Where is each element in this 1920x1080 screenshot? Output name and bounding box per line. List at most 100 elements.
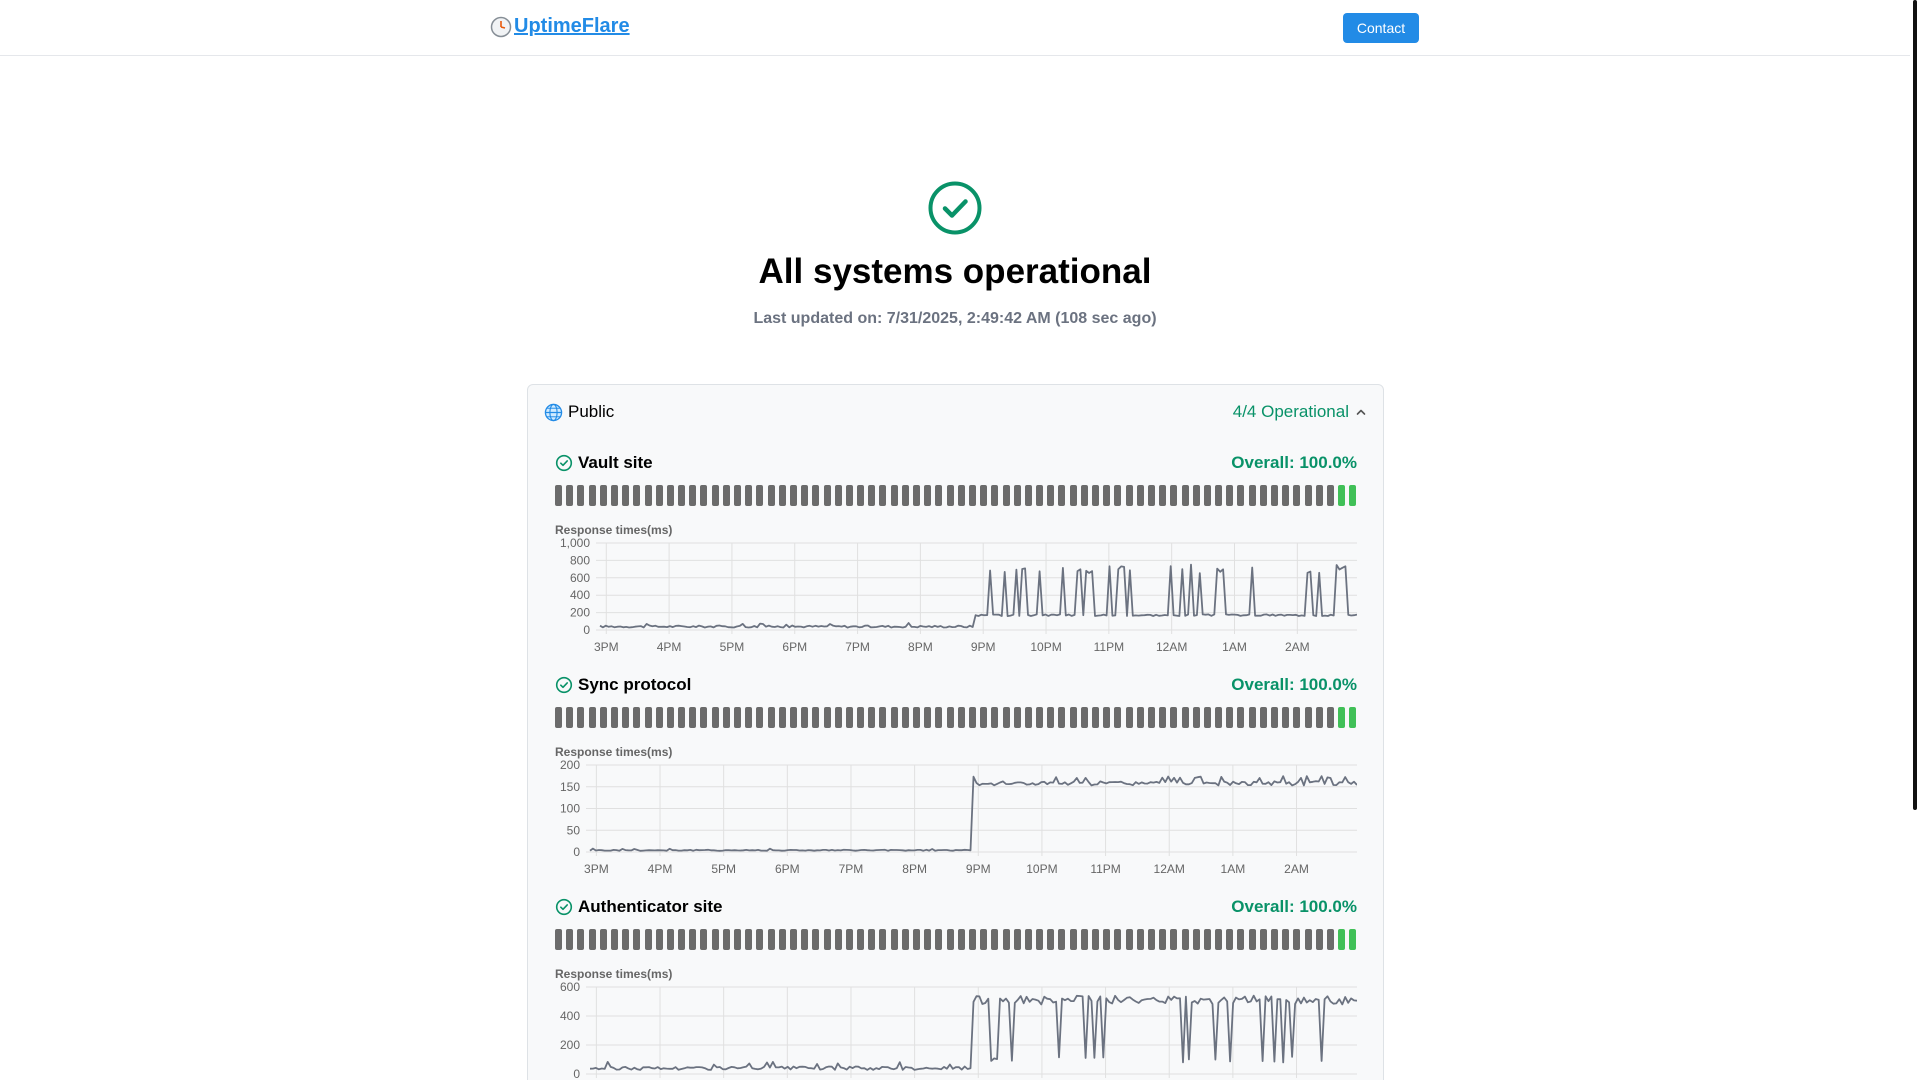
uptime-day-bar[interactable] [1259, 707, 1267, 728]
uptime-day-bar[interactable] [1349, 929, 1357, 950]
monitor-title[interactable]: Sync protocol [555, 675, 691, 695]
uptime-day-bar[interactable] [1002, 485, 1010, 506]
uptime-day-bar[interactable] [1282, 929, 1290, 950]
uptime-day-bar[interactable] [834, 485, 842, 506]
uptime-day-bar[interactable] [1282, 485, 1290, 506]
uptime-day-bar[interactable] [711, 485, 719, 506]
uptime-day-bar[interactable] [991, 485, 999, 506]
uptime-day-bar[interactable] [1237, 707, 1245, 728]
uptime-day-bar[interactable] [633, 485, 641, 506]
uptime-day-bar[interactable] [879, 707, 887, 728]
uptime-day-bar[interactable] [588, 485, 596, 506]
uptime-day-bar[interactable] [711, 929, 719, 950]
contact-button[interactable]: Contact [1343, 13, 1419, 43]
uptime-day-bar[interactable] [622, 485, 630, 506]
uptime-day-bar[interactable] [689, 485, 697, 506]
uptime-day-bar[interactable] [756, 707, 764, 728]
uptime-day-bar[interactable] [778, 485, 786, 506]
scrollbar-thumb[interactable] [1913, 0, 1917, 810]
uptime-day-bar[interactable] [1069, 929, 1077, 950]
uptime-day-bar[interactable] [588, 929, 596, 950]
uptime-day-bar[interactable] [868, 485, 876, 506]
uptime-day-bar[interactable] [1338, 707, 1346, 728]
uptime-day-bar[interactable] [901, 707, 909, 728]
uptime-day-bar[interactable] [957, 929, 965, 950]
uptime-day-bar[interactable] [957, 707, 965, 728]
uptime-day-bar[interactable] [1136, 485, 1144, 506]
uptime-day-bar[interactable] [980, 929, 988, 950]
uptime-day-bar[interactable] [689, 707, 697, 728]
uptime-day-bar[interactable] [1013, 707, 1021, 728]
uptime-day-bar[interactable] [1147, 707, 1155, 728]
uptime-day-bar[interactable] [991, 929, 999, 950]
uptime-day-bar[interactable] [1170, 707, 1178, 728]
uptime-day-bar[interactable] [1080, 485, 1088, 506]
uptime-day-bar[interactable] [655, 707, 663, 728]
uptime-day-bar[interactable] [555, 707, 562, 728]
uptime-day-bar[interactable] [767, 929, 775, 950]
uptime-day-bar[interactable] [577, 929, 585, 950]
uptime-day-bar[interactable] [1271, 707, 1278, 728]
uptime-day-bar[interactable] [991, 707, 999, 728]
uptime-day-bar[interactable] [935, 707, 943, 728]
uptime-day-bar[interactable] [901, 485, 909, 506]
uptime-day-bar[interactable] [1080, 707, 1088, 728]
uptime-day-bar[interactable] [577, 707, 585, 728]
uptime-day-bar[interactable] [700, 929, 708, 950]
uptime-day-bar[interactable] [1326, 707, 1334, 728]
uptime-day-bar[interactable] [756, 929, 764, 950]
page-scrollbar[interactable] [1910, 0, 1920, 1080]
uptime-day-bar[interactable] [1248, 929, 1256, 950]
uptime-day-bar[interactable] [1192, 929, 1200, 950]
uptime-day-bar[interactable] [968, 485, 976, 506]
uptime-day-bar[interactable] [644, 929, 652, 950]
uptime-day-bar[interactable] [1147, 485, 1155, 506]
uptime-day-bar[interactable] [812, 707, 820, 728]
uptime-day-bar[interactable] [1114, 929, 1122, 950]
uptime-day-bar[interactable] [935, 485, 943, 506]
uptime-day-bar[interactable] [1013, 485, 1021, 506]
uptime-day-bar[interactable] [1215, 707, 1223, 728]
uptime-day-bar[interactable] [845, 707, 853, 728]
uptime-day-bar[interactable] [801, 707, 809, 728]
uptime-day-bar[interactable] [789, 485, 797, 506]
uptime-day-bar[interactable] [1338, 929, 1346, 950]
uptime-day-bar[interactable] [1047, 707, 1055, 728]
uptime-day-bar[interactable] [678, 485, 686, 506]
uptime-day-bar[interactable] [1315, 707, 1323, 728]
uptime-day-bar[interactable] [745, 707, 753, 728]
uptime-day-bar[interactable] [734, 707, 741, 728]
uptime-day-bar[interactable] [1159, 485, 1167, 506]
uptime-day-bar[interactable] [957, 485, 965, 506]
uptime-day-bar[interactable] [678, 929, 686, 950]
uptime-day-bar[interactable] [678, 707, 686, 728]
brand-name[interactable]: UptimeFlare [514, 15, 630, 38]
uptime-day-bar[interactable] [1036, 707, 1044, 728]
uptime-day-bar[interactable] [1036, 929, 1044, 950]
uptime-day-bar[interactable] [834, 929, 842, 950]
uptime-day-bar[interactable] [968, 707, 976, 728]
uptime-day-bar[interactable] [599, 929, 607, 950]
uptime-day-bar[interactable] [1125, 929, 1133, 950]
uptime-day-bar[interactable] [946, 485, 954, 506]
uptime-day-bar[interactable] [845, 485, 853, 506]
uptime-day-bar[interactable] [1215, 929, 1223, 950]
uptime-day-bar[interactable] [767, 707, 775, 728]
uptime-day-bar[interactable] [1304, 707, 1312, 728]
uptime-day-bar[interactable] [622, 929, 630, 950]
uptime-day-bar[interactable] [745, 485, 753, 506]
uptime-day-bar[interactable] [1047, 485, 1055, 506]
uptime-day-bar[interactable] [1304, 929, 1312, 950]
uptime-day-bar[interactable] [1315, 929, 1323, 950]
uptime-day-bar[interactable] [711, 707, 719, 728]
uptime-day-bar[interactable] [879, 485, 887, 506]
uptime-day-bar[interactable] [1103, 929, 1111, 950]
uptime-day-bar[interactable] [566, 707, 574, 728]
uptime-day-bar[interactable] [1226, 485, 1234, 506]
uptime-day-bar[interactable] [1092, 485, 1099, 506]
uptime-day-bar[interactable] [890, 485, 898, 506]
uptime-day-bar[interactable] [1024, 929, 1032, 950]
uptime-day-bar[interactable] [924, 929, 932, 950]
uptime-day-bar[interactable] [1259, 929, 1267, 950]
uptime-day-bar[interactable] [734, 929, 741, 950]
